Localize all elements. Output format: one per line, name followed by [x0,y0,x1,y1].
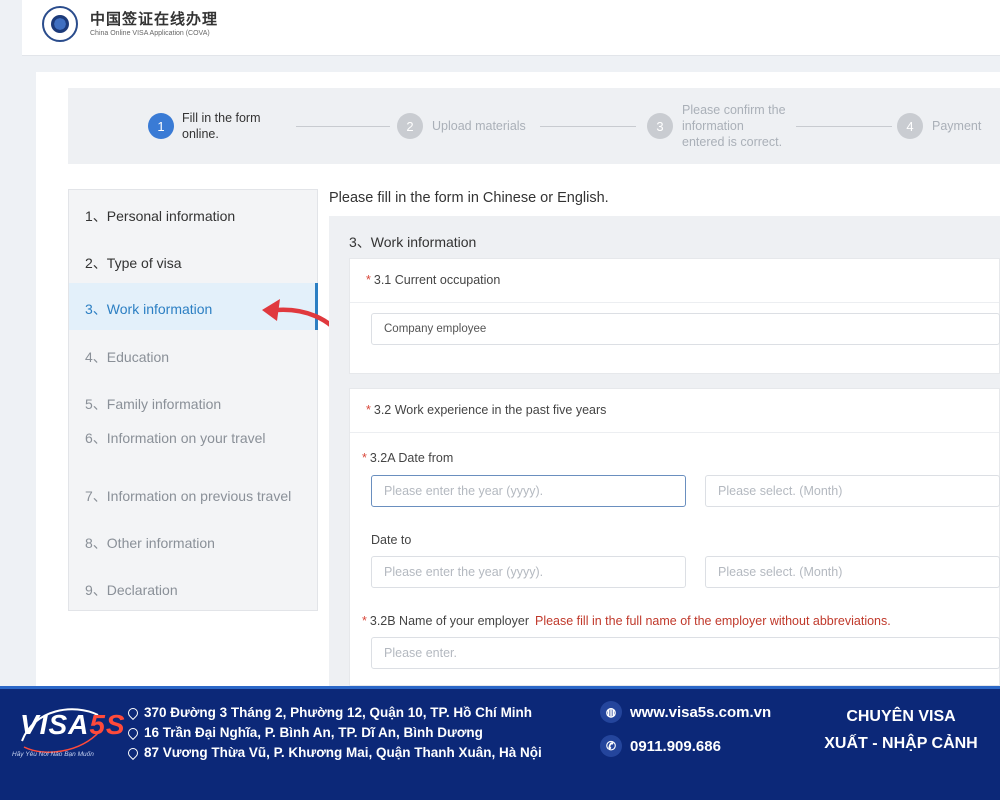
date-from-year-input[interactable]: Please enter the year (yyyy). [371,475,686,507]
card-header: * 3.1 Current occupation [350,259,999,303]
card-header: * 3.2 Work experience in the past five ye… [350,389,999,433]
brand-logo-text: VISA5S [20,709,126,740]
required-mark: * [362,614,367,628]
date-from-month-select[interactable]: Please select. (Month) [705,475,1000,507]
cova-logo-icon [42,6,78,42]
required-mark: * [366,273,371,287]
site-subtitle: China Online VISA Application (COVA) [90,30,210,37]
required-mark: * [366,403,371,417]
location-pin-icon [125,726,141,741]
site-title: 中国签证在线办理 [90,11,219,28]
step-2-circle: 2 [397,113,423,139]
sidebar-item-other-information[interactable]: 8、Other information [85,533,215,553]
step-2-label: Upload materials [432,119,526,133]
tagline-line-2: XUẤT - NHẬP CẢNH [824,735,978,752]
location-pin-icon [125,706,141,721]
globe-icon: ◍ [600,701,622,723]
brand-slogan: Hãy Yêu Nơi Nào Bạn Muốn [12,751,94,758]
sidebar-item-type-of-visa[interactable]: 2、Type of visa [85,253,182,273]
date-to-year-input[interactable]: Please enter the year (yyyy). [371,556,686,588]
occupation-label: * 3.1 Current occupation [366,273,501,287]
tagline-line-1: CHUYÊN VISA [846,708,956,725]
date-to-month-select[interactable]: Please select. (Month) [705,556,1000,588]
date-to-label: Date to [371,533,412,547]
phone-icon: ✆ [600,735,622,757]
sidebar-item-personal-information[interactable]: 1、Personal information [85,206,235,226]
website-link[interactable]: ◍ www.visa5s.com.vn [600,701,771,723]
sidebar-item-travel-information[interactable]: 6、Information on your travel [85,428,266,448]
phone-number[interactable]: ✆ 0911.909.686 [600,735,721,757]
work-experience-label: * 3.2 Work experience in the past five ye… [366,403,607,417]
employer-hint: Please fill in the full name of the empl… [534,614,891,628]
sidebar-item-family-information[interactable]: 5、Family information [85,394,221,414]
step-1-label: Fill in the form online. [182,111,261,141]
address-ha-noi: 87 Vương Thừa Vũ, P. Khương Mai, Quận Th… [125,745,542,761]
address-hcm: 370 Đường 3 Tháng 2, Phường 12, Quận 10,… [125,705,532,721]
step-connector [296,126,390,127]
sidebar-item-education[interactable]: 4、Education [85,347,169,367]
sidebar-item-previous-travel[interactable]: 7、Information on previous travel [85,486,291,506]
employer-name-input[interactable]: Please enter. [371,637,1000,669]
form-sidebar: 1、Personal information 2、Type of visa 3、… [68,189,318,611]
step-1-circle: 1 [148,113,174,139]
footer-banner: VISA5S Hãy Yêu Nơi Nào Bạn Muốn 370 Đườn… [0,686,1000,800]
date-from-label: * 3.2A Date from [362,451,454,465]
step-4-circle: 4 [897,113,923,139]
site-header: 中国签证在线办理 China Online VISA Application (… [22,0,1000,56]
step-connector [796,126,892,127]
current-occupation-select[interactable]: Company employee [371,313,1000,345]
step-3-circle: 3 [647,113,673,139]
sidebar-item-declaration[interactable]: 9、Declaration [85,580,178,600]
form-intro-text: Please fill in the form in Chinese or En… [329,190,609,206]
step-3-label: Please confirm the information entered is … [682,103,786,149]
section-title: 3、Work information [349,234,477,250]
progress-steps: 1 Fill in the form online. 2 Upload mater… [68,88,1000,164]
employer-label: * 3.2B Name of your employer Please fill i… [362,614,891,628]
step-connector [540,126,636,127]
location-pin-icon [125,746,141,761]
step-4-label: Payment [932,119,982,133]
address-binh-duong: 16 Trần Đại Nghĩa, P. Bình An, TP. Dĩ An… [125,725,483,741]
sidebar-item-work-information[interactable]: 3、Work information [85,299,212,319]
required-mark: * [362,451,367,465]
